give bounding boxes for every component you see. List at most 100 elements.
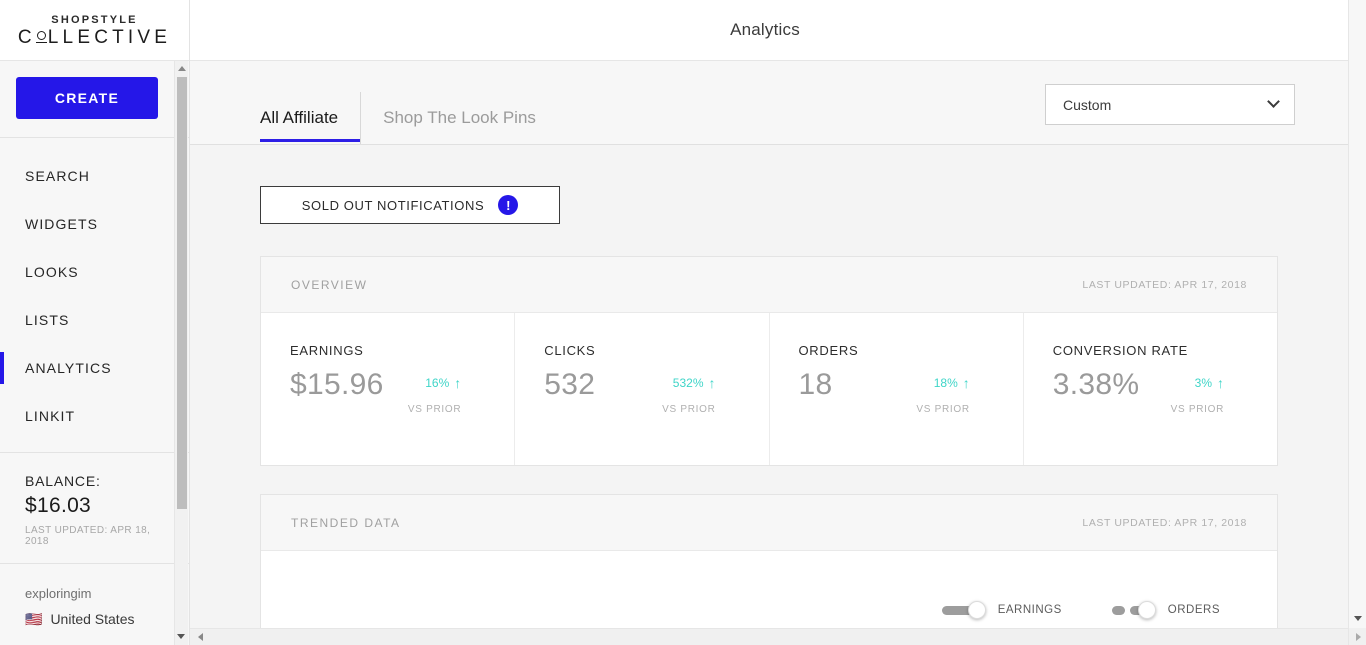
brand-logo[interactable]: SHOPSTYLE C LLECTIVE: [0, 0, 189, 61]
arrow-up-icon: ↑: [962, 375, 970, 391]
country-selector[interactable]: 🇺🇸 United States: [25, 611, 164, 627]
brand-logo-line2-after: LLECTIVE: [47, 27, 172, 49]
sidebar-item-lists[interactable]: LISTS: [0, 296, 189, 344]
metric-delta-value: 16%: [425, 376, 450, 390]
metric-delta-value: 3%: [1194, 376, 1212, 390]
metric-delta: 3% ↑: [1171, 376, 1224, 390]
balance-last-updated: LAST UPDATED: APR 18, 2018: [25, 525, 151, 547]
tab-shop-the-look-pins[interactable]: Shop The Look Pins: [383, 92, 536, 144]
earnings-toggle-knob: [967, 601, 986, 619]
arrow-up-icon: ↑: [708, 375, 716, 391]
sidebar-scroll-down-arrow-icon[interactable]: [174, 629, 188, 643]
orders-toggle-knob: [1137, 601, 1156, 619]
metric-vs-prior: VS PRIOR: [407, 404, 462, 415]
tab-label: All Affiliate: [260, 108, 339, 127]
metric-vs-prior: VS PRIOR: [1170, 404, 1224, 415]
sidebar-item-label: LOOKS: [25, 264, 79, 280]
metric-delta: 532% ↑: [662, 375, 716, 391]
orders-toggle-label: ORDERS: [1167, 604, 1220, 616]
country-label: United States: [50, 611, 135, 627]
metric-delta: 18% ↑: [916, 375, 970, 391]
trended-data-body: EARNINGS ORDERS: [261, 551, 1277, 631]
overview-card-header: OVERVIEW LAST UPDATED: APR 17, 2018: [261, 257, 1277, 313]
tab-label: Shop The Look Pins: [383, 108, 536, 127]
sidebar: SHOPSTYLE C LLECTIVE CREATE SEARCH WIDGE…: [0, 0, 190, 645]
trended-data-last-updated: LAST UPDATED: APR 17, 2018: [1082, 516, 1247, 529]
overview-card: OVERVIEW LAST UPDATED: APR 17, 2018 EARN…: [260, 256, 1278, 466]
sidebar-item-widgets[interactable]: WIDGETS: [0, 200, 189, 248]
orders-toggle-switch[interactable]: [1111, 601, 1156, 619]
page-scroll-right-arrow-icon[interactable]: [1349, 628, 1366, 645]
page-title: Analytics: [730, 20, 800, 39]
user-section: exploringim 🇺🇸 United States: [0, 564, 189, 627]
create-button[interactable]: CREATE: [16, 77, 158, 119]
metric-clicks: CLICKS 532 532% ↑ VS PRIOR: [515, 313, 770, 465]
sidebar-item-looks[interactable]: LOOKS: [0, 248, 189, 296]
series-toggles: EARNINGS ORDERS: [941, 601, 1220, 619]
brand-o-glyph-icon: [35, 31, 47, 44]
metric-orders: ORDERS 18 18% ↑ VS PRIOR: [770, 313, 1024, 465]
trended-data-card: TRENDED DATA LAST UPDATED: APR 17, 2018 …: [260, 494, 1278, 631]
date-range-select[interactable]: Custom: [1045, 84, 1295, 125]
metric-label: ORDERS: [798, 343, 859, 358]
balance-value: $16.03: [25, 494, 92, 517]
overview-last-updated: LAST UPDATED: APR 17, 2018: [1082, 278, 1247, 291]
tab-all-affiliate[interactable]: All Affiliate: [260, 92, 362, 144]
metrics-row: EARNINGS $15.96 16% ↑ VS PRIOR CLICKS 53…: [261, 313, 1277, 465]
sold-out-notifications-button[interactable]: SOLD OUT NOTIFICATIONS !: [260, 186, 560, 224]
sidebar-item-label: SEARCH: [25, 168, 90, 184]
metric-delta-value: 532%: [672, 376, 704, 390]
exclamation-badge-icon: !: [498, 195, 519, 215]
sidebar-nav: SEARCH WIDGETS LOOKS LISTS ANALYTICS LIN…: [0, 138, 189, 440]
arrow-up-icon: ↑: [1217, 375, 1224, 391]
trended-data-card-title: TRENDED DATA: [291, 515, 401, 530]
content-area: SOLD OUT NOTIFICATIONS ! OVERVIEW LAST U…: [190, 145, 1348, 631]
sold-out-notifications-label: SOLD OUT NOTIFICATIONS: [301, 197, 485, 213]
sidebar-scrollbar[interactable]: [174, 61, 188, 645]
metric-conversion-rate: CONVERSION RATE 3.38% 3% ↑ VS PRIOR: [1024, 313, 1277, 465]
brand-logo-line1: SHOPSTYLE: [51, 14, 138, 27]
earnings-toggle-switch[interactable]: [941, 601, 986, 619]
page-scroll-left-arrow-icon[interactable]: [193, 629, 207, 645]
user-name[interactable]: exploringim: [25, 586, 164, 601]
arrow-up-icon: ↑: [454, 375, 462, 391]
top-header-bar: Analytics: [190, 0, 1366, 61]
date-range-value: Custom: [1063, 96, 1112, 113]
app-root: SHOPSTYLE C LLECTIVE CREATE SEARCH WIDGE…: [0, 0, 1366, 645]
metric-label: EARNINGS: [290, 343, 364, 358]
earnings-toggle-label: EARNINGS: [997, 604, 1062, 616]
sidebar-scrollbar-thumb[interactable]: [177, 77, 187, 509]
metric-value: 3.38%: [1052, 368, 1140, 401]
page-vertical-scrollbar[interactable]: [1348, 0, 1366, 645]
metric-vs-prior: VS PRIOR: [916, 404, 970, 415]
metric-value: 532: [544, 368, 596, 401]
page-horizontal-scrollbar[interactable]: [190, 628, 1348, 645]
sidebar-item-label: ANALYTICS: [25, 360, 112, 376]
chevron-down-icon: [1267, 95, 1280, 108]
scroll-up-arrow-icon[interactable]: [175, 61, 189, 76]
sidebar-item-analytics[interactable]: ANALYTICS: [0, 344, 189, 392]
sidebar-item-label: LINKIT: [25, 408, 76, 424]
metric-earnings: EARNINGS $15.96 16% ↑ VS PRIOR: [261, 313, 516, 465]
overview-card-title: OVERVIEW: [291, 277, 368, 292]
tab-list: All Affiliate Shop The Look Pins: [260, 92, 536, 144]
sidebar-item-search[interactable]: SEARCH: [0, 152, 189, 200]
metric-delta: 16% ↑: [408, 376, 461, 390]
metric-vs-prior: VS PRIOR: [662, 404, 716, 415]
balance-section: BALANCE: $16.03 LAST UPDATED: APR 18, 20…: [0, 453, 189, 563]
brand-logo-line2-before: C: [17, 27, 36, 49]
create-button-container: CREATE: [0, 61, 189, 137]
page-scroll-down-arrow-icon[interactable]: [1349, 610, 1366, 626]
main-content: All Affiliate Shop The Look Pins Custom …: [190, 61, 1348, 631]
balance-label: BALANCE:: [25, 473, 101, 489]
metric-label: CONVERSION RATE: [1052, 343, 1188, 358]
brand-logo-line2: C LLECTIVE: [18, 26, 171, 50]
sidebar-item-linkit[interactable]: LINKIT: [0, 392, 189, 440]
metric-value: $15.96: [290, 368, 384, 401]
metric-delta-value: 18%: [933, 376, 958, 390]
metric-label: CLICKS: [544, 343, 596, 358]
toggle-group-earnings[interactable]: EARNINGS: [941, 601, 1062, 619]
us-flag-icon: 🇺🇸: [25, 611, 43, 627]
toggle-group-orders[interactable]: ORDERS: [1111, 601, 1220, 619]
trended-data-card-header: TRENDED DATA LAST UPDATED: APR 17, 2018: [261, 495, 1277, 551]
